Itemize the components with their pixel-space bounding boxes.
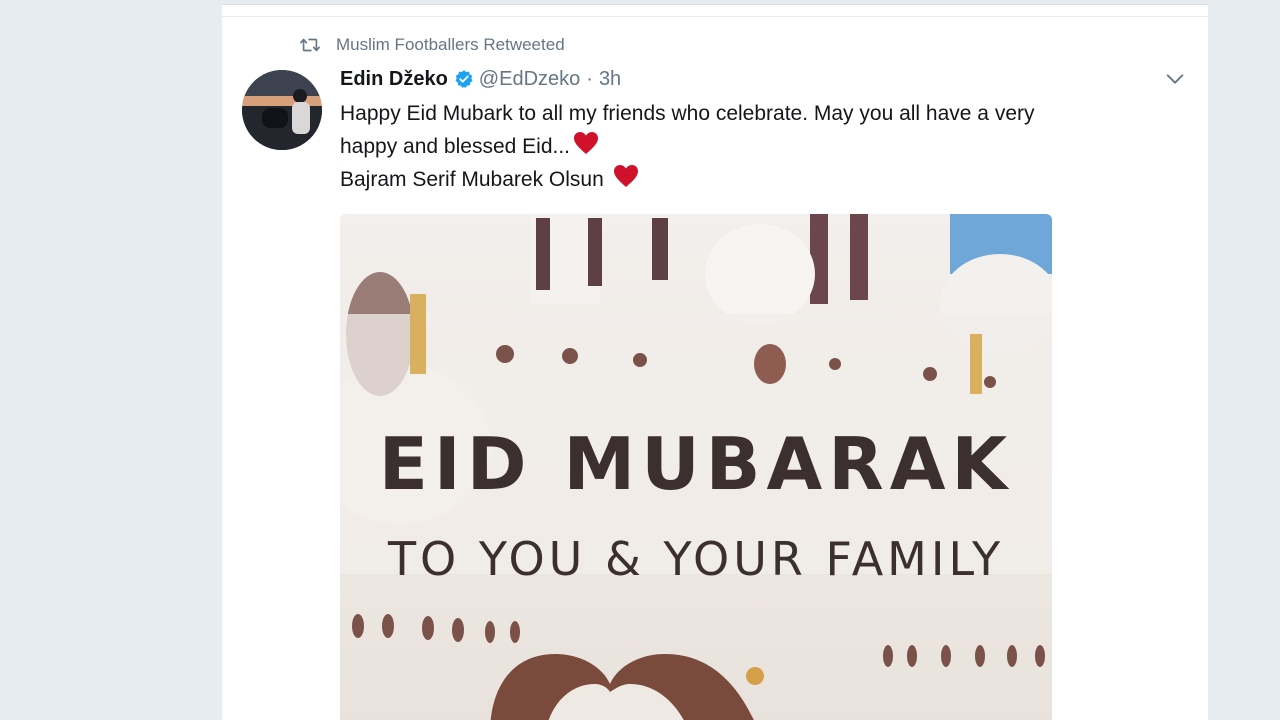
separator-dot: · xyxy=(586,67,593,90)
tweet-header: Edin Džeko @EdDzeko · 3h xyxy=(340,64,621,94)
user-handle[interactable]: @EdDzeko xyxy=(479,68,580,91)
tweet-media-image[interactable]: EID MUBARAK TO YOU & YOUR FAMILY xyxy=(340,214,1052,720)
page: Muslim Footballers Retweeted Edin Džeko … xyxy=(0,0,1280,720)
heart-icon xyxy=(574,132,598,154)
avatar[interactable] xyxy=(242,70,322,150)
chevron-down-icon[interactable] xyxy=(1164,68,1186,90)
verified-badge-icon xyxy=(455,70,473,88)
tweet-text-line-1: Happy Eid Mubark to all my friends who c… xyxy=(340,102,1035,125)
tweet-divider xyxy=(222,16,1208,17)
timeline-column: Muslim Footballers Retweeted Edin Džeko … xyxy=(222,0,1208,720)
heart-icon xyxy=(613,165,638,187)
retweet-context[interactable]: Muslim Footballers Retweeted xyxy=(299,34,565,56)
display-name[interactable]: Edin Džeko xyxy=(340,68,448,91)
tweet-text: Happy Eid Mubark to all my friends who c… xyxy=(340,97,1160,196)
tweet-text-line-2-text: happy and blessed Eid... xyxy=(340,135,570,158)
image-subtitle-text: TO YOU & YOUR FAMILY xyxy=(387,532,1005,586)
avatar-photo xyxy=(242,70,322,150)
image-title-text: EID MUBARAK xyxy=(378,422,1014,506)
previous-tweet-edge xyxy=(222,0,1208,5)
tweet-text-line-3: Bajram Serif Mubarek Olsun xyxy=(340,163,1160,196)
tweet-text-line-2: happy and blessed Eid... xyxy=(340,130,1160,163)
tweet-timestamp[interactable]: 3h xyxy=(599,68,621,91)
retweet-icon xyxy=(300,38,320,52)
retweet-context-label: Muslim Footballers Retweeted xyxy=(336,35,565,54)
tweet-text-line-3-text: Bajram Serif Mubarek Olsun xyxy=(340,168,604,191)
